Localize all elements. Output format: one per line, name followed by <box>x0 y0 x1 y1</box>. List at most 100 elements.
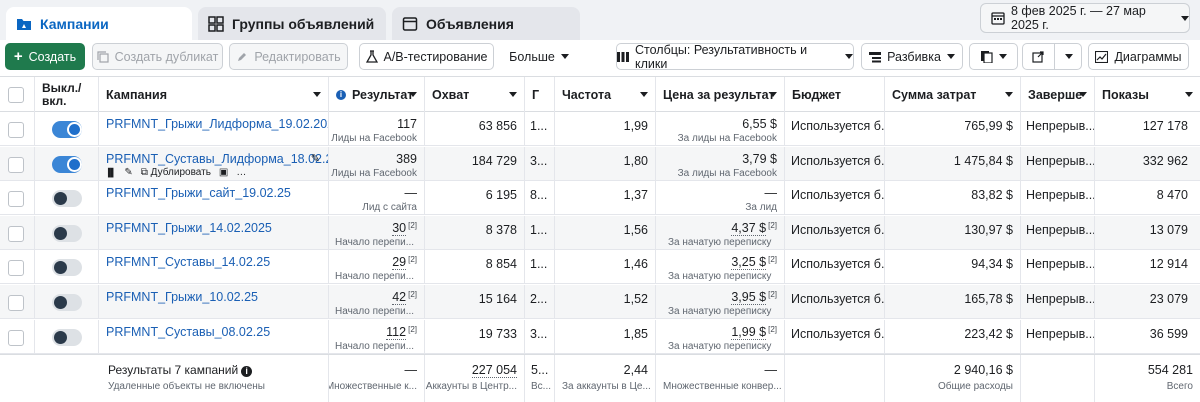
pencil-icon[interactable]: ✎ <box>311 152 320 165</box>
reports-button[interactable] <box>969 43 1018 70</box>
table-row[interactable]: PRFMNT_Грыжи_10.02.25 42 [2] Начало перепи.… <box>0 285 1200 319</box>
row-checkbox[interactable] <box>8 329 24 346</box>
header-cost-per-result[interactable]: Цена за результат <box>656 77 785 112</box>
table-row[interactable]: PRFMNT_Грыжи_Лидформа_19.02.2025 117 Лиды … <box>0 112 1200 146</box>
table-row[interactable]: PRFMNT_Суставы_14.02.25 29 [2] Начало переп… <box>0 250 1200 285</box>
select-all-checkbox[interactable] <box>8 87 24 103</box>
narrow-value: 1... <box>530 222 548 237</box>
totals-title: Результаты 7 кампаний i <box>108 363 253 377</box>
row-checkbox-cell <box>0 181 35 216</box>
campaign-status-toggle[interactable] <box>52 224 82 242</box>
plus-icon: + <box>13 48 23 65</box>
campaign-name-link[interactable]: PRFMNT_Грыжи_сайт_19.02.25 <box>106 186 291 200</box>
header-reach-label: Охват <box>432 87 470 102</box>
spent-value: 83,82 $ <box>971 188 1013 203</box>
campaign-status-toggle[interactable] <box>52 121 82 138</box>
ad-icon <box>402 16 418 32</box>
campaign-name-link[interactable]: PRFMNT_Суставы_08.02.25 <box>106 325 270 339</box>
campaign-status-toggle[interactable] <box>52 190 82 208</box>
edit-label: Редактировать <box>254 49 341 64</box>
chevron-down-icon <box>1181 15 1189 21</box>
header-ends[interactable]: Заверше <box>1021 77 1095 112</box>
campaign-name-link[interactable]: PRFMNT_Грыжи_14.02.2025 <box>106 221 272 235</box>
table-row[interactable]: PRFMNT_Грыжи_сайт_19.02.25 — Лид с сайта 6 … <box>0 181 1200 216</box>
tab-ad-sets[interactable]: Группы объявлений <box>198 7 386 40</box>
totals-spent: 2 940,16 $ <box>953 363 1013 377</box>
chevron-down-icon <box>946 54 955 59</box>
row-checkbox[interactable] <box>8 191 24 208</box>
header-onoff[interactable]: Выкл./вкл. <box>35 77 99 112</box>
campaign-name-link[interactable]: PRFMNT_Грыжи_Лидформа_19.02.2025 <box>106 117 328 131</box>
header-reach[interactable]: Охват <box>425 77 525 112</box>
tab-campaigns[interactable]: Кампании <box>6 7 192 40</box>
row-cpr-cell: 4,37 $ [2] За начатую переписку <box>656 215 785 250</box>
row-checkbox[interactable] <box>8 295 24 311</box>
create-button[interactable]: + Создать <box>5 43 85 70</box>
row-checkbox[interactable] <box>8 225 24 242</box>
chevron-down-icon <box>313 92 321 97</box>
cpr-value: 3,95 $ [2] <box>731 290 777 305</box>
more-button[interactable]: Больше <box>502 43 576 70</box>
header-cpr-label: Цена за результат <box>663 87 775 102</box>
reach-value: 8 854 <box>485 257 517 272</box>
cpr-type: За лид <box>745 202 777 214</box>
header-impressions[interactable]: Показы <box>1095 77 1200 112</box>
chevron-down-icon <box>845 54 853 59</box>
export-button[interactable] <box>1022 43 1082 70</box>
duplicate-action-label: Дублировать <box>150 166 211 178</box>
row-checkbox-cell <box>0 215 35 250</box>
spent-value: 130,97 $ <box>964 222 1013 237</box>
header-budget[interactable]: Бюджет <box>785 77 885 112</box>
result-footnote: [2] <box>408 255 417 265</box>
row-checkbox[interactable] <box>8 260 24 277</box>
ab-test-button[interactable]: A/B-тестирование <box>359 43 494 70</box>
edit-button[interactable]: Редактировать <box>229 43 348 70</box>
date-range-picker[interactable]: 8 фев 2025 г. — 27 мар 2025 г. <box>980 3 1190 33</box>
cpr-value: 3,79 $ <box>742 152 777 166</box>
result-number: 117 <box>397 117 417 131</box>
header-amount-spent[interactable]: Сумма затрат <box>885 77 1021 112</box>
more-options-icon[interactable]: … <box>236 167 246 178</box>
header-result[interactable]: i Результат <box>329 77 425 112</box>
row-checkbox-cell <box>0 250 35 285</box>
columns-button[interactable]: Столбцы: Результативность и клики <box>616 43 854 71</box>
result-footnote: [2] <box>408 220 417 230</box>
more-label: Больше <box>509 49 555 64</box>
reports-icon <box>980 50 993 63</box>
totals-reach-sub: Аккаунты в Центр... <box>425 381 517 392</box>
campaign-status-toggle[interactable] <box>52 155 82 173</box>
duplicate-button[interactable]: Создать дубликат <box>92 43 223 70</box>
ends-value: Непрерыв... <box>1026 292 1095 306</box>
campaign-name-link[interactable]: PRFMNT_Грыжи_10.02.25 <box>106 290 258 304</box>
table-row[interactable]: PRFMNT_Суставы_Лидформа_18.02.2... ✎ ▐▌ ✎ ⧉ … <box>0 146 1200 181</box>
totals-impressions: 554 281 <box>1147 363 1193 377</box>
campaign-name-link[interactable]: PRFMNT_Суставы_Лидформа_18.02.2... <box>106 152 328 166</box>
breakdown-button[interactable]: Разбивка <box>861 43 963 70</box>
duplicate-action[interactable]: ⧉ Дублировать <box>141 167 211 178</box>
row-checkbox[interactable] <box>8 122 24 138</box>
row-checkbox[interactable] <box>8 156 24 173</box>
row-frequency-cell: 1,56 <box>555 215 656 250</box>
campaign-status-toggle[interactable] <box>52 259 82 277</box>
table-row[interactable]: PRFMNT_Суставы_08.02.25 112 [2] Начало пере… <box>0 319 1200 354</box>
totals-row: Результаты 7 кампаний i Удаленные объекты… <box>0 354 1200 402</box>
table-row[interactable]: PRFMNT_Грыжи_14.02.2025 30 [2] Начало переп… <box>0 215 1200 250</box>
totals-cpr: — <box>764 363 778 377</box>
tab-ads[interactable]: Объявления <box>392 7 580 40</box>
chart-icon[interactable]: ▐▌ <box>105 168 116 177</box>
pencil-icon[interactable]: ✎ <box>124 167 132 178</box>
charts-button[interactable]: Диаграммы <box>1088 43 1189 70</box>
row-campaign-cell: PRFMNT_Суставы_14.02.25 <box>99 250 329 285</box>
ends-value: Непрерыв... <box>1026 188 1095 203</box>
campaign-name-link[interactable]: PRFMNT_Суставы_14.02.25 <box>106 255 270 269</box>
campaign-status-toggle[interactable] <box>52 294 82 311</box>
row-actions: ▐▌ ✎ ⧉ Дублировать ▣ … <box>105 167 246 178</box>
campaign-status-toggle[interactable] <box>52 328 82 346</box>
budget-value: Используется б... <box>791 153 885 168</box>
preview-icon[interactable]: ▣ <box>219 167 228 178</box>
header-frequency[interactable]: Частота <box>555 77 656 112</box>
table-header: Выкл./вкл. Кампания i Результат Охват Г … <box>0 76 1200 112</box>
header-narrow[interactable]: Г <box>525 77 555 112</box>
cpr-value: — <box>765 186 778 200</box>
header-campaign[interactable]: Кампания <box>99 77 329 112</box>
